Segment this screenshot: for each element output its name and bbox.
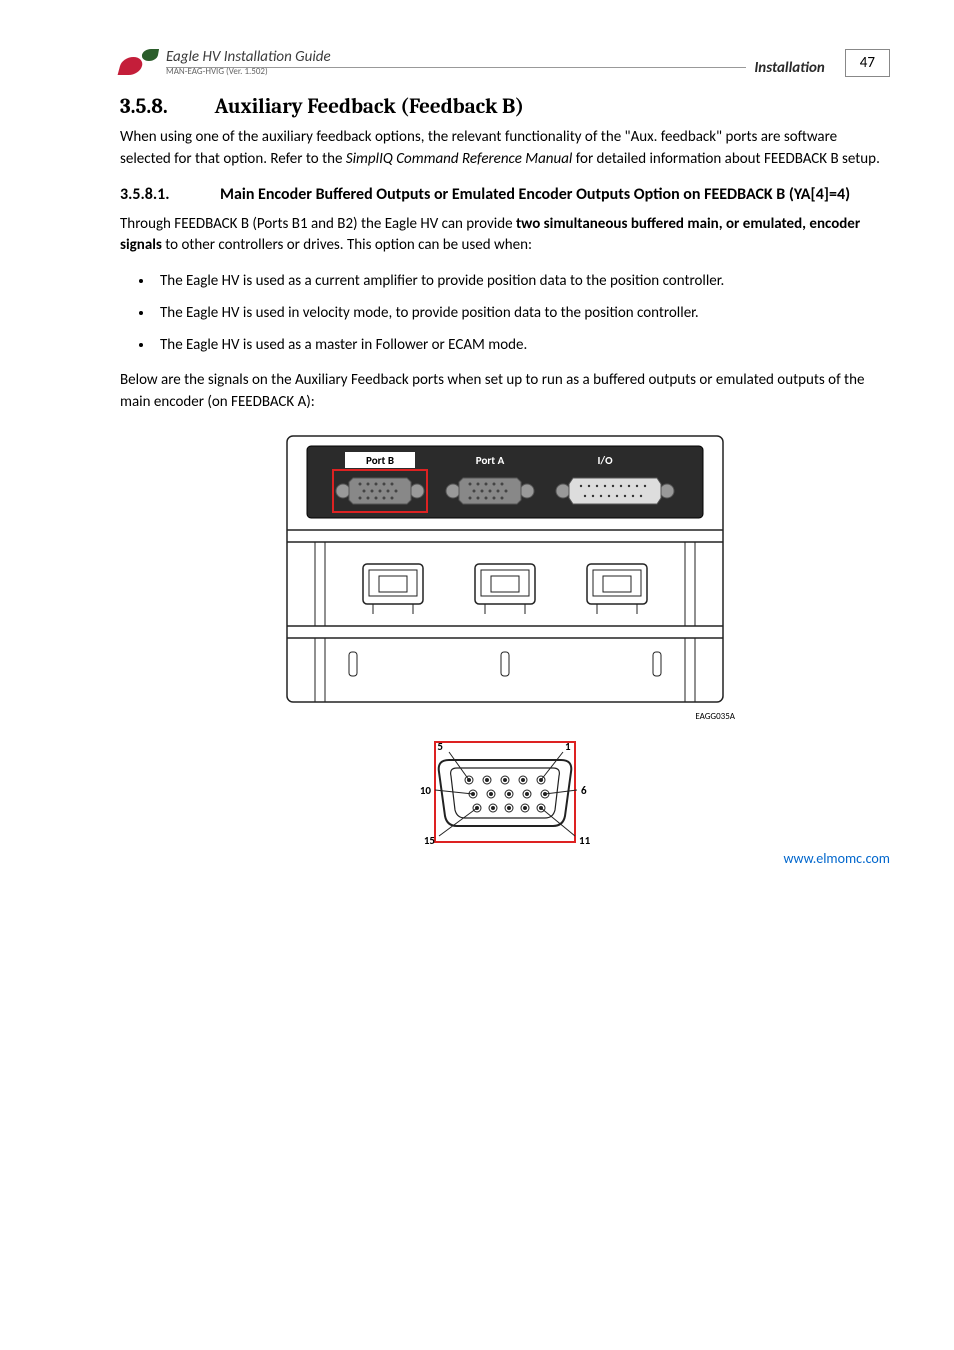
doc-title: Eagle HV Installation Guide xyxy=(166,48,746,68)
brand-logo xyxy=(120,49,158,77)
section-heading: 3.5.8. Auxiliary Feedback (Feedback B) xyxy=(120,95,890,119)
pin-5-label: 5 xyxy=(437,740,443,753)
doc-code: MAN-EAG-HVIG (Ver. 1.502) xyxy=(166,66,746,77)
intro-paragraph: When using one of the auxiliary feedback… xyxy=(120,127,890,171)
list-item: The Eagle HV is used as a master in Foll… xyxy=(154,335,890,357)
io-label: I/O xyxy=(597,454,613,467)
connector-closeup: 1 5 6 10 11 15 xyxy=(120,732,890,857)
device-diagram: Port B Port A I/O xyxy=(285,434,725,704)
pin-6-label: 6 xyxy=(581,784,587,797)
section-label: Installation xyxy=(754,59,824,77)
pin-11-label: 11 xyxy=(579,834,591,847)
port-a-label: Port A xyxy=(476,454,505,467)
list-item: The Eagle HV is used in velocity mode, t… xyxy=(154,303,890,325)
page-number: 47 xyxy=(845,49,890,77)
port-b-label: Port B xyxy=(366,454,394,467)
subsection-number: 3.5.8.1. xyxy=(120,185,220,204)
subsection-heading: 3.5.8.1. Main Encoder Buffered Outputs o… xyxy=(120,185,890,204)
device-figure: Port B Port A I/O xyxy=(120,434,890,857)
pin-1-label: 1 xyxy=(565,740,571,753)
subsection-title: Main Encoder Buffered Outputs or Emulate… xyxy=(220,185,890,204)
pin-15-label: 15 xyxy=(424,834,436,847)
list-item: The Eagle HV is used as a current amplif… xyxy=(154,271,890,293)
footer-url[interactable]: www.elmomc.com xyxy=(783,850,890,867)
page-header: Eagle HV Installation Guide MAN-EAG-HVIG… xyxy=(120,48,890,77)
paragraph-3: Below are the signals on the Auxiliary F… xyxy=(120,370,890,414)
figure-code: EAGG035A xyxy=(275,711,735,722)
paragraph-2: Through FEEDBACK B (Ports B1 and B2) the… xyxy=(120,214,890,258)
pin-10-label: 10 xyxy=(420,784,432,797)
section-number: 3.5.8. xyxy=(120,95,210,119)
section-title: Auxiliary Feedback (Feedback B) xyxy=(215,95,524,119)
bullet-list: The Eagle HV is used as a current amplif… xyxy=(120,271,890,356)
